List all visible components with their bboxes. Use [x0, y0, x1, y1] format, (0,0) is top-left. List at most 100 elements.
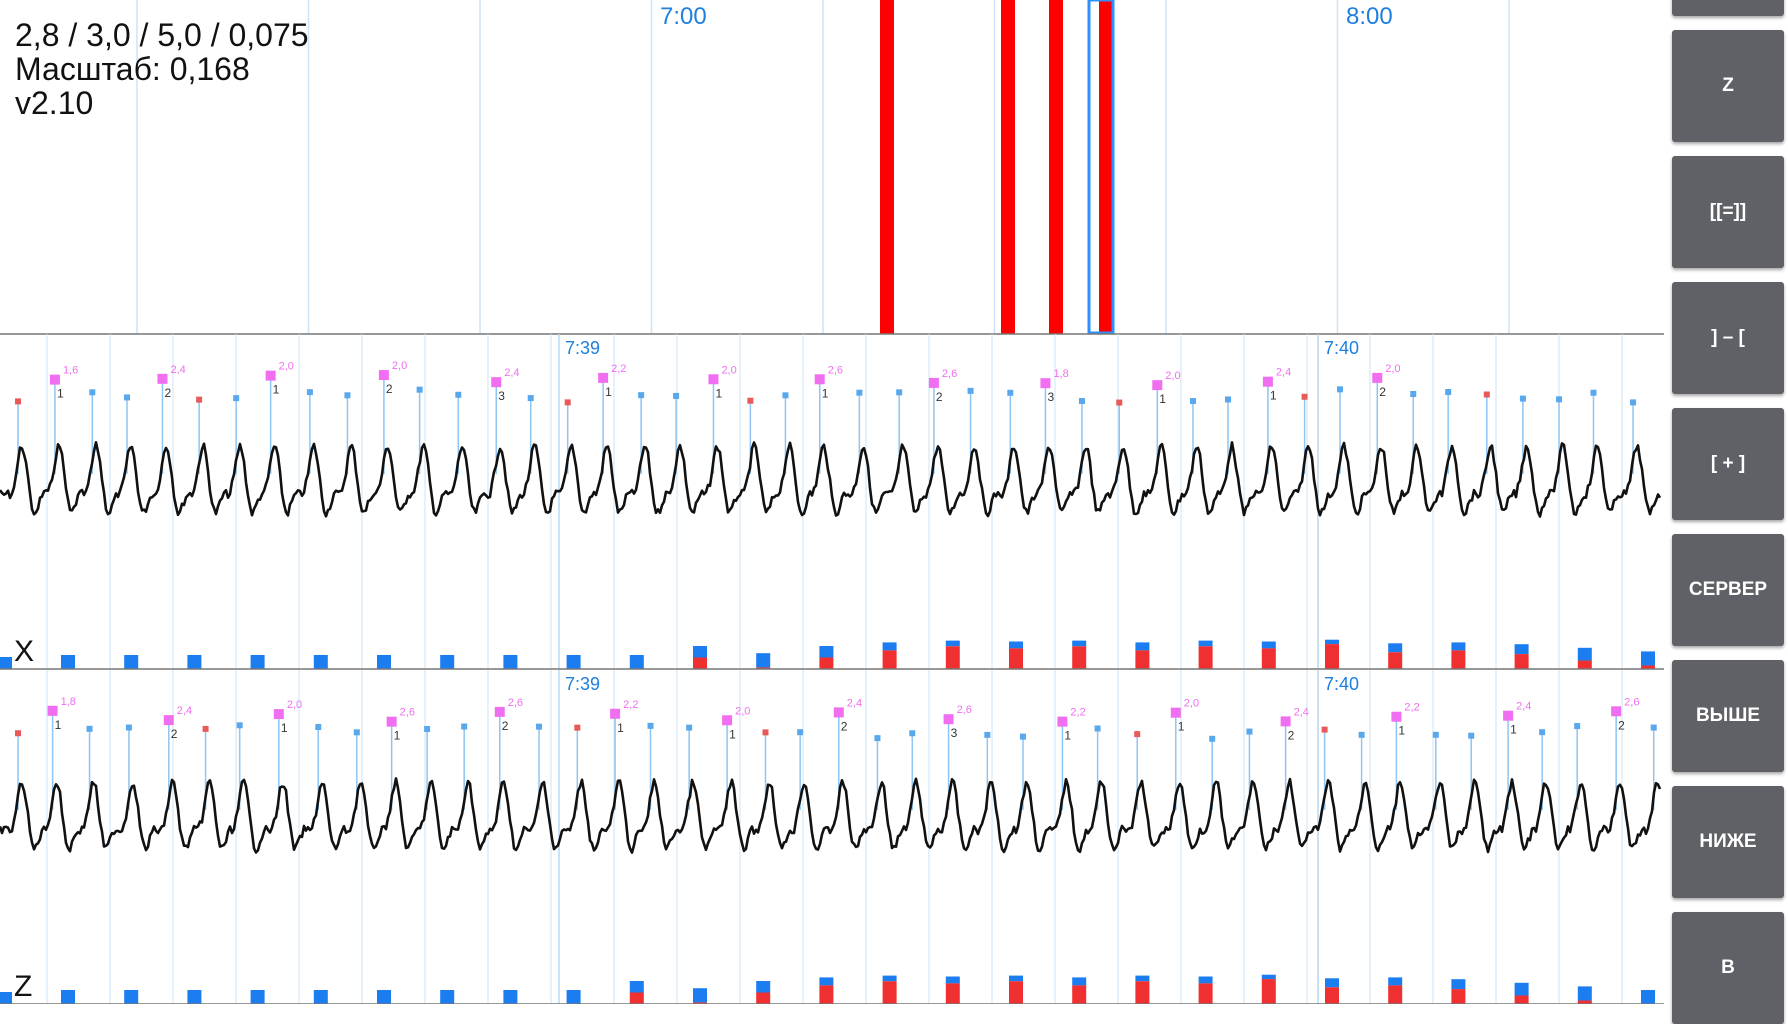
timeline-event-marker	[1099, 0, 1113, 334]
peak-marker	[747, 397, 754, 404]
peak-value-label: 2,2	[1404, 702, 1419, 714]
peak-value-label: 2,6	[828, 364, 843, 376]
peak-count-label: 1	[617, 721, 624, 735]
zoom-out-button[interactable]: ] – [	[1672, 282, 1784, 394]
peak-marker	[928, 377, 939, 388]
activity-bar-blue	[313, 655, 328, 669]
peak-marker	[1468, 732, 1475, 739]
activity-bar-blue	[1072, 977, 1087, 986]
peak-value-label: 2,0	[735, 705, 750, 717]
peak-marker	[814, 374, 825, 385]
activity-bar-blue	[945, 976, 960, 984]
activity-bar-red	[1451, 650, 1466, 669]
activity-bar-red	[1135, 981, 1150, 1004]
peak-marker	[273, 709, 284, 720]
time-label: 7:39	[565, 674, 600, 694]
activity-bar-red	[1072, 646, 1087, 669]
monitor-chart: 7:00 8:00 7:39 7:40 1,6 1 2,4 2 2,0 1 2,0 2 2,4 3 2,2…	[0, 0, 1664, 1004]
activity-bar-blue	[503, 990, 518, 1004]
peak-marker	[1321, 726, 1328, 733]
peak-marker	[722, 715, 733, 726]
activity-bar-blue	[1325, 639, 1339, 645]
peak-marker	[378, 370, 389, 381]
peak-marker	[708, 374, 719, 385]
activity-bar-red	[1514, 654, 1529, 669]
peak-count-label: 3	[1047, 390, 1054, 404]
peak-count-label: 1	[273, 383, 280, 397]
peak-marker	[638, 392, 645, 399]
higher-button[interactable]: ВЫШЕ	[1672, 660, 1784, 772]
lower-button[interactable]: НИЖЕ	[1672, 786, 1784, 898]
peak-marker	[89, 389, 96, 396]
peak-count-label: 1	[1159, 392, 1166, 406]
b-button[interactable]: B	[1672, 912, 1784, 1024]
activity-bar-blue	[756, 653, 771, 668]
peak-marker	[896, 389, 903, 396]
peak-marker	[344, 392, 351, 399]
activity-bar-blue	[1135, 975, 1150, 982]
activity-bar-red	[1261, 648, 1276, 669]
channel-z-panel[interactable]: 7:39 7:40 1,8 1 2,4 2 2,0 1 2,6 1 2,6 2 2,2 1 2,0 1 2,4 2…	[0, 670, 1664, 1004]
activity-bar-blue	[1198, 640, 1213, 647]
peak-marker	[1556, 396, 1563, 403]
activity-bar-red	[1388, 985, 1403, 1004]
server-button[interactable]: СЕРВЕР	[1672, 534, 1784, 646]
activity-bar-blue	[0, 992, 12, 1004]
peak-marker	[598, 372, 609, 383]
fit-button[interactable]: [[=]]	[1672, 156, 1784, 268]
activity-bar-blue	[566, 990, 581, 1004]
activity-bar-blue	[377, 655, 391, 669]
activity-bar-blue	[61, 655, 75, 669]
peak-marker	[233, 395, 240, 402]
peak-marker	[1503, 710, 1514, 721]
activity-bar-blue	[377, 990, 391, 1004]
peak-count-label: 1	[55, 718, 62, 732]
activity-bar-blue	[1514, 982, 1529, 996]
peak-marker	[1445, 389, 1452, 396]
peak-marker	[1519, 395, 1526, 402]
time-label: 7:40	[1324, 338, 1359, 358]
peak-marker	[1301, 393, 1308, 400]
peak-count-label: 2	[936, 390, 943, 404]
scale-readout: Масштаб: 0,168	[15, 51, 250, 87]
peak-marker	[163, 715, 174, 726]
activity-bar-blue	[1451, 979, 1466, 990]
peak-value-label: 2,4	[1276, 367, 1291, 379]
activity-bar-blue	[187, 655, 202, 669]
peak-count-label: 1	[1510, 723, 1517, 737]
activity-bar-blue	[1514, 644, 1529, 655]
peak-marker	[49, 374, 60, 385]
peak-marker	[15, 398, 21, 405]
time-label: 7:39	[565, 338, 600, 358]
peak-value-label: 2,2	[623, 699, 638, 711]
peak-marker	[574, 724, 581, 731]
activity-bar-blue	[250, 655, 265, 669]
activity-bar-red	[819, 985, 834, 1004]
peak-marker	[1372, 372, 1383, 383]
peak-marker	[647, 722, 654, 729]
activity-bar-blue	[819, 646, 834, 658]
peak-marker	[1152, 380, 1163, 391]
peak-value-label: 2,0	[721, 364, 736, 376]
top-hidden-button[interactable]	[1672, 0, 1784, 16]
thresholds-readout: 2,8 / 3,0 / 5,0 / 0,075	[15, 17, 309, 53]
peak-marker	[967, 387, 974, 394]
z-button[interactable]: Z	[1672, 30, 1784, 142]
peak-value-label: 2,6	[1624, 696, 1639, 708]
peak-value-label: 2,0	[392, 360, 407, 372]
peak-value-label: 1,8	[1053, 368, 1068, 380]
peak-marker	[856, 389, 863, 396]
waveform-trace	[0, 441, 1662, 518]
activity-bar-blue	[1641, 990, 1655, 1004]
channel-x-panel[interactable]: 7:39 7:40 1,6 1 2,4 2 2,0 1 2,0 2 2,4 3 2,2 1 2,0 1 2,6 1…	[0, 334, 1664, 670]
activity-bar-blue	[882, 642, 897, 651]
activity-bar-red	[1325, 987, 1339, 1004]
peak-marker	[1040, 378, 1051, 389]
peak-marker	[125, 724, 132, 731]
peak-count-label: 1	[605, 385, 612, 399]
peak-marker	[686, 724, 693, 731]
peak-marker	[1336, 386, 1343, 393]
peak-marker	[1650, 724, 1657, 731]
timeline-tick-label: 8:00	[1346, 3, 1393, 30]
zoom-in-button[interactable]: [ + ]	[1672, 408, 1784, 520]
